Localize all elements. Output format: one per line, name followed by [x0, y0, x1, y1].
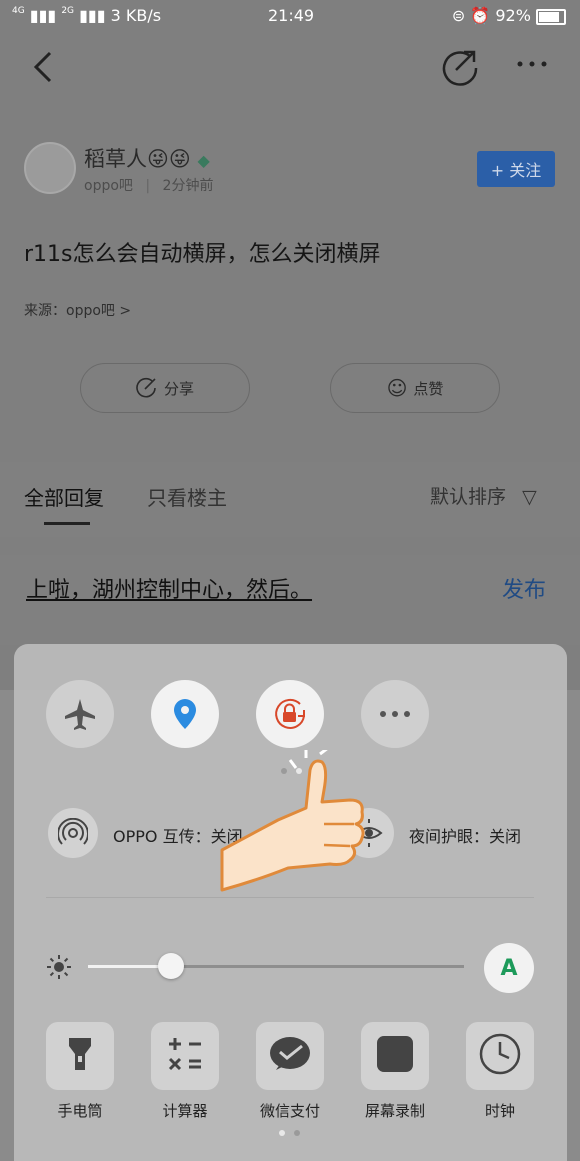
tab-all-replies[interactable]: 全部回复 [24, 482, 104, 511]
oppo-share-button[interactable] [48, 808, 98, 858]
status-bar: 4G ▮▮▮ 2G ▮▮▮ 3 KB/s 21:49 ⊜ ⏰ 92% [0, 0, 580, 32]
tool-wechat-pay-button[interactable] [256, 1022, 324, 1090]
airplane-icon [65, 699, 95, 730]
network-speed: 3 KB/s [110, 6, 162, 25]
alarm-icon: ⏰ [470, 6, 491, 25]
tool-calculator-button[interactable] [151, 1022, 219, 1090]
oppo-share-icon [58, 818, 88, 845]
post-source[interactable]: 来源：oppo吧 > [24, 300, 131, 320]
post-time: 2分钟前 [162, 178, 214, 194]
share-button[interactable]: 分享 [80, 363, 250, 413]
thumbs-up-overlay-icon [220, 750, 365, 892]
rotation-lock-toggle[interactable] [256, 680, 324, 748]
sort-dropdown[interactable]: 默认排序 ▽ [430, 482, 537, 509]
share-icon [136, 377, 156, 398]
like-icon: ☺ [386, 376, 408, 400]
post-meta: oppo吧 | 2分钟前 [84, 178, 214, 194]
tab-op-only[interactable]: 只看楼主 [147, 482, 227, 511]
back-icon[interactable] [28, 50, 58, 84]
auto-brightness-button[interactable]: A [484, 943, 534, 993]
share-icon[interactable] [440, 48, 480, 86]
tool-flashlight-button[interactable] [46, 1022, 114, 1090]
network-status: 4G ▮▮▮ 2G ▮▮▮ 3 KB/s [12, 6, 162, 25]
tab-underline [44, 522, 90, 525]
rotation-lock-icon: ⊜ [451, 6, 466, 25]
wechat-pay-icon [268, 1034, 312, 1078]
like-button[interactable]: ☺ 点赞 [330, 363, 500, 413]
tools-page-dot-2 [294, 1130, 300, 1136]
flashlight-icon [63, 1034, 97, 1078]
author-name[interactable]: 稻草人😜😜 ◆ [84, 143, 210, 173]
battery-icon [536, 8, 566, 25]
location-icon [174, 699, 196, 729]
tool-label: 计算器 [162, 1102, 208, 1120]
airplane-mode-toggle[interactable] [46, 680, 114, 748]
brightness-slider-knob[interactable] [157, 953, 184, 979]
forum-name[interactable]: oppo吧 [84, 178, 133, 194]
post-title: r11s怎么会自动横屏，怎么关闭横屏 [24, 242, 381, 267]
rotation-lock-icon [275, 698, 305, 729]
brightness-icon [47, 955, 71, 979]
reply-input[interactable]: 上啦，湖州控制中心，然后。 [26, 572, 312, 604]
status-right: ⊜ ⏰ 92% [452, 6, 566, 25]
tool-label: 时钟 [484, 1102, 515, 1120]
publish-button[interactable]: 发布 [502, 572, 546, 604]
signal-icon-2: ▮▮▮ [79, 6, 106, 25]
avatar[interactable] [24, 142, 76, 194]
battery-percent: 92% [495, 6, 531, 25]
night-mode-label[interactable]: 夜间护眼：关闭 [409, 823, 521, 847]
clock-time: 21:49 [268, 6, 315, 25]
tool-label: 微信支付 [259, 1102, 320, 1120]
diamond-badge-icon: ◆ [197, 151, 210, 170]
tool-label: 手电筒 [57, 1102, 103, 1120]
tool-label: 屏幕录制 [364, 1102, 425, 1120]
calculator-icon [165, 1034, 205, 1078]
more-toggles-button[interactable] [361, 680, 429, 748]
more-icon [380, 711, 410, 717]
follow-button[interactable]: + 关注 [477, 151, 555, 187]
signal-icon: ▮▮▮ [29, 6, 57, 25]
screen-record-icon [375, 1034, 415, 1078]
tool-screen-record-button[interactable] [361, 1022, 429, 1090]
more-icon[interactable] [512, 54, 552, 74]
filter-icon: ▽ [522, 486, 537, 508]
location-toggle[interactable] [151, 680, 219, 748]
clock-icon [478, 1032, 522, 1080]
tool-clock-button[interactable] [466, 1022, 534, 1090]
tools-page-dot-1 [279, 1130, 285, 1136]
